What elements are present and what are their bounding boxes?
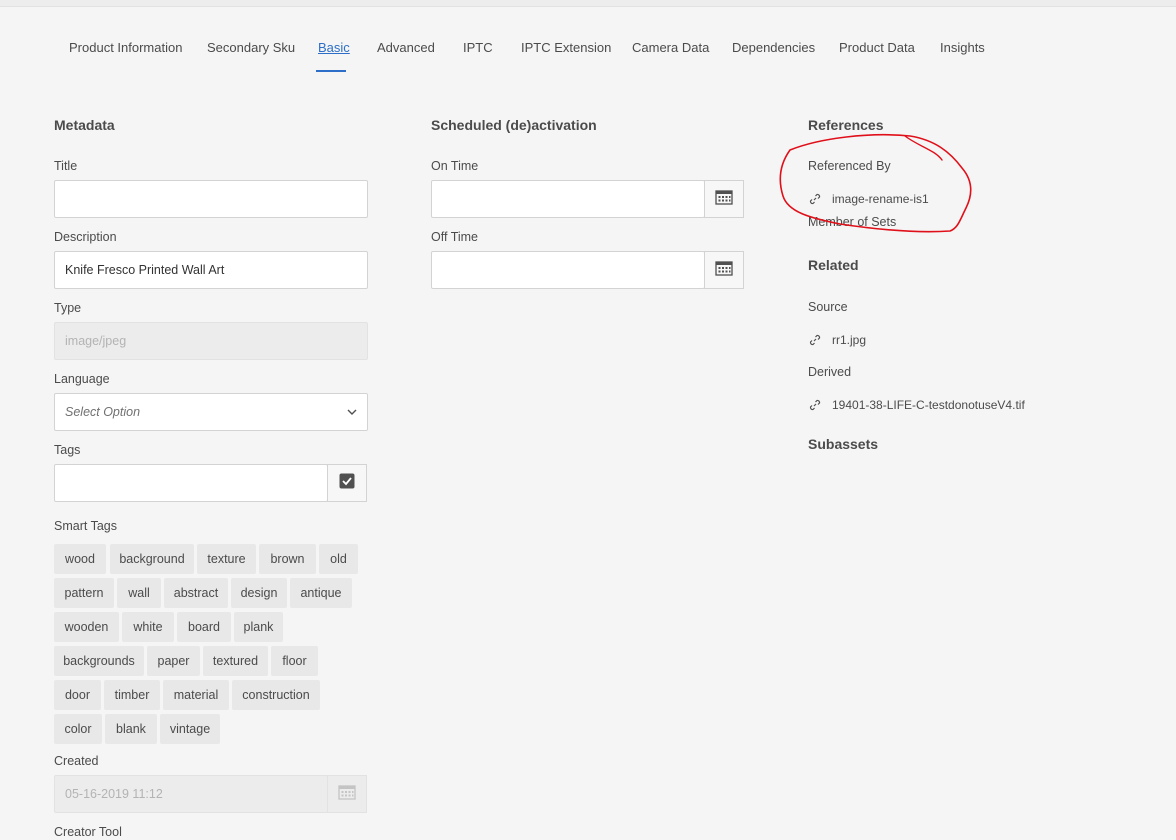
language-label: Language (54, 372, 110, 386)
schedule-heading: Scheduled (de)activation (431, 117, 597, 133)
tab-iptc-extension[interactable]: IPTC Extension (521, 40, 611, 55)
smart-tag[interactable]: backgrounds (54, 646, 144, 676)
link-icon (809, 399, 821, 411)
tab-basic[interactable]: Basic (318, 40, 350, 55)
referenced-by-link[interactable]: image-rename-is1 (809, 192, 929, 206)
checkbox-checked-icon (339, 473, 355, 494)
referenced-by-label: Referenced By (808, 159, 891, 173)
member-of-sets-label: Member of Sets (808, 215, 897, 229)
calendar-icon (715, 260, 733, 281)
title-input[interactable] (54, 180, 368, 218)
derived-link[interactable]: 19401-38-LIFE-C-testdonotuseV4.tif (809, 398, 1025, 412)
off-time-label: Off Time (431, 230, 479, 244)
related-heading: Related (808, 257, 859, 273)
smart-tag[interactable]: brown (259, 544, 316, 574)
smart-tag[interactable]: antique (290, 578, 352, 608)
top-bar (0, 0, 1176, 7)
title-label: Title (54, 159, 78, 173)
link-icon (809, 334, 821, 346)
off-time-calendar-button[interactable] (704, 251, 744, 289)
referenced-by-item: image-rename-is1 (832, 192, 929, 206)
smart-tag[interactable]: construction (232, 680, 320, 710)
description-label: Description (54, 230, 117, 244)
on-time-calendar-button[interactable] (704, 180, 744, 218)
tab-iptc[interactable]: IPTC (463, 40, 493, 55)
calendar-icon (338, 784, 356, 805)
subassets-heading: Subassets (808, 436, 879, 452)
smart-tag[interactable]: background (110, 544, 194, 574)
description-input[interactable]: Knife Fresco Printed Wall Art (54, 251, 368, 289)
calendar-icon (715, 189, 733, 210)
smart-tag[interactable]: old (319, 544, 358, 574)
smart-tag[interactable]: material (163, 680, 229, 710)
tags-picker-button[interactable] (327, 464, 367, 502)
tab-product-data[interactable]: Product Data (839, 40, 915, 55)
smart-tag[interactable]: pattern (54, 578, 114, 608)
smart-tag[interactable]: wall (117, 578, 161, 608)
smart-tag[interactable]: vintage (160, 714, 220, 744)
tab-insights[interactable]: Insights (940, 40, 985, 55)
smart-tag[interactable]: design (231, 578, 287, 608)
type-label: Type (54, 301, 82, 315)
link-icon (809, 193, 821, 205)
smart-tag[interactable]: floor (271, 646, 318, 676)
tab-product-information[interactable]: Product Information (69, 40, 182, 55)
off-time-input[interactable] (431, 251, 705, 289)
active-tab-indicator (316, 70, 346, 72)
language-select[interactable]: Select Option (54, 393, 368, 431)
smart-tag[interactable]: abstract (164, 578, 228, 608)
metadata-heading: Metadata (54, 117, 115, 133)
derived-item: 19401-38-LIFE-C-testdonotuseV4.tif (832, 398, 1025, 412)
language-select-value: Select Option (65, 405, 141, 419)
references-heading: References (808, 117, 884, 133)
tab-camera-data[interactable]: Camera Data (632, 40, 709, 55)
created-label: Created (54, 754, 99, 768)
chevron-down-icon (347, 407, 357, 418)
source-link[interactable]: rr1.jpg (809, 333, 866, 347)
source-item: rr1.jpg (832, 333, 867, 347)
created-calendar-button (327, 775, 367, 813)
tab-secondary-sku[interactable]: Secondary Sku (207, 40, 295, 55)
smart-tag[interactable]: board (177, 612, 231, 642)
smart-tag[interactable]: paper (147, 646, 200, 676)
tags-input[interactable] (54, 464, 328, 502)
smart-tag[interactable]: plank (234, 612, 283, 642)
smart-tag[interactable]: textured (203, 646, 268, 676)
smart-tags-label: Smart Tags (54, 519, 117, 533)
creator-tool-label: Creator Tool (54, 825, 122, 839)
tab-bar: Product Information Secondary Sku Basic … (0, 30, 1176, 74)
smart-tag[interactable]: color (54, 714, 102, 744)
type-input: image/jpeg (54, 322, 368, 360)
on-time-input[interactable] (431, 180, 705, 218)
derived-label: Derived (808, 365, 852, 379)
smart-tag[interactable]: timber (104, 680, 160, 710)
tab-advanced[interactable]: Advanced (377, 40, 435, 55)
on-time-label: On Time (431, 159, 479, 173)
smart-tag[interactable]: blank (105, 714, 157, 744)
smart-tag[interactable]: door (54, 680, 101, 710)
smart-tag[interactable]: wood (54, 544, 106, 574)
smart-tag[interactable]: white (122, 612, 174, 642)
smart-tag[interactable]: wooden (54, 612, 119, 642)
tags-label: Tags (54, 443, 81, 457)
created-input: 05-16-2019 11:12 (54, 775, 328, 813)
source-label: Source (808, 300, 848, 314)
tab-dependencies[interactable]: Dependencies (732, 40, 815, 55)
smart-tag[interactable]: texture (197, 544, 256, 574)
